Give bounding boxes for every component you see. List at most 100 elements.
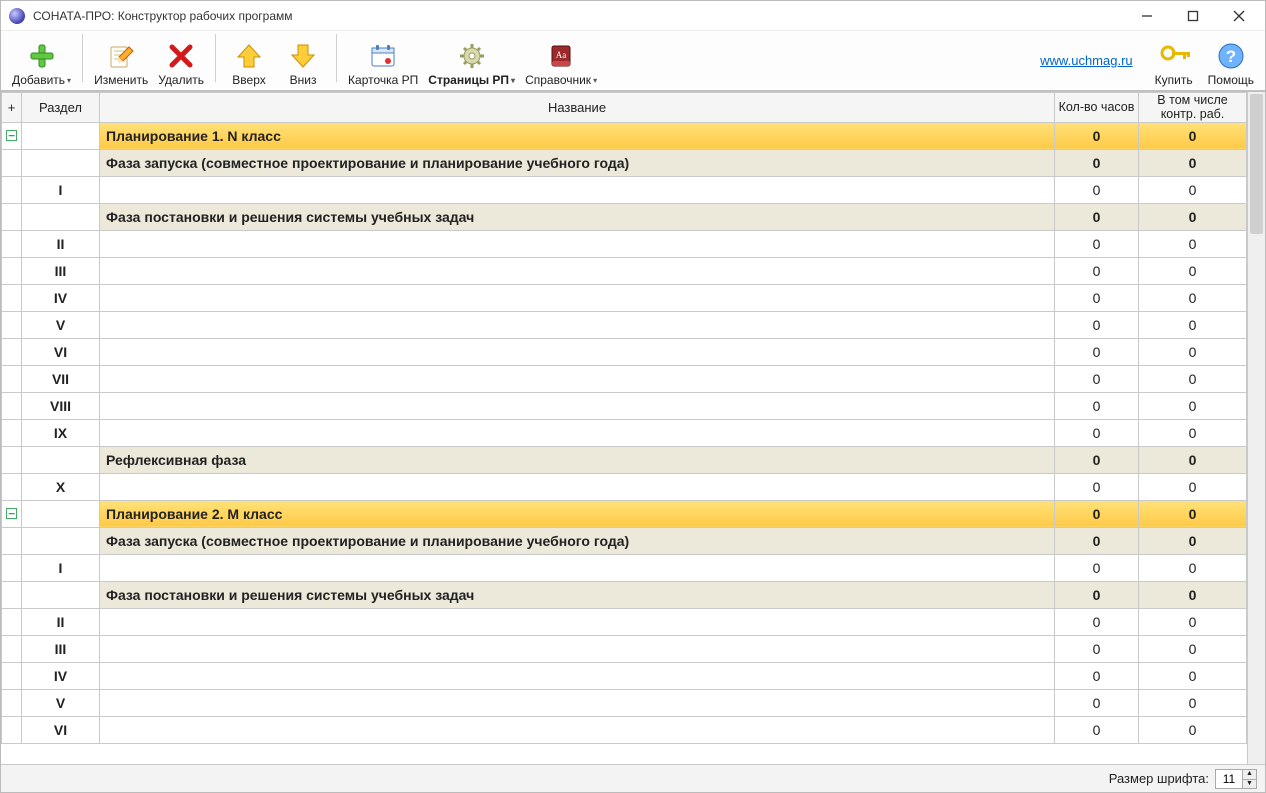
table-row[interactable]: Фаза запуска (совместное проектирование … [2,149,1247,176]
ctrl-cell[interactable]: 0 [1139,365,1247,392]
ctrl-cell[interactable]: 0 [1139,311,1247,338]
name-cell[interactable] [100,473,1055,500]
table-row[interactable]: IX00 [2,419,1247,446]
hours-cell[interactable]: 0 [1055,662,1139,689]
buy-button[interactable]: Купить [1147,32,1201,88]
table-row[interactable]: X00 [2,473,1247,500]
name-cell[interactable] [100,176,1055,203]
table-row[interactable]: II00 [2,230,1247,257]
font-size-input[interactable] [1216,772,1242,786]
minimize-button[interactable] [1133,5,1161,27]
table-row[interactable]: III00 [2,257,1247,284]
table-row[interactable]: I00 [2,554,1247,581]
add-button[interactable]: Добавить▾ [7,32,76,88]
name-cell[interactable] [100,257,1055,284]
col-expand-header[interactable]: + [2,93,22,123]
ctrl-cell[interactable]: 0 [1139,554,1247,581]
ctrl-cell[interactable]: 0 [1139,716,1247,743]
table-row[interactable]: VII00 [2,365,1247,392]
ctrl-cell[interactable]: 0 [1139,122,1247,149]
hours-cell[interactable]: 0 [1055,554,1139,581]
hours-cell[interactable]: 0 [1055,176,1139,203]
hours-cell[interactable]: 0 [1055,311,1139,338]
close-button[interactable] [1225,5,1253,27]
pages-button[interactable]: Страницы РП▾ [423,32,520,88]
name-cell[interactable]: Фаза запуска (совместное проектирование … [100,149,1055,176]
ctrl-cell[interactable]: 0 [1139,203,1247,230]
hours-cell[interactable]: 0 [1055,392,1139,419]
hours-cell[interactable]: 0 [1055,527,1139,554]
ctrl-cell[interactable]: 0 [1139,176,1247,203]
hours-cell[interactable]: 0 [1055,149,1139,176]
scrollbar-thumb[interactable] [1250,94,1263,234]
table-row[interactable]: IV00 [2,662,1247,689]
hours-cell[interactable]: 0 [1055,284,1139,311]
col-section-header[interactable]: Раздел [22,93,100,123]
table-row[interactable]: Рефлексивная фаза00 [2,446,1247,473]
hours-cell[interactable]: 0 [1055,203,1139,230]
maximize-button[interactable] [1179,5,1207,27]
ctrl-cell[interactable]: 0 [1139,446,1247,473]
table-row[interactable]: V00 [2,311,1247,338]
move-up-button[interactable]: Вверх [222,32,276,88]
name-cell[interactable] [100,554,1055,581]
name-cell[interactable] [100,608,1055,635]
expand-cell[interactable]: − [2,122,22,149]
ctrl-cell[interactable]: 0 [1139,473,1247,500]
table-row[interactable]: Фаза запуска (совместное проектирование … [2,527,1247,554]
col-ctrl-header[interactable]: В том числе контр. раб. [1139,93,1247,123]
hours-cell[interactable]: 0 [1055,419,1139,446]
name-cell[interactable] [100,419,1055,446]
name-cell[interactable]: Фаза постановки и решения системы учебны… [100,203,1055,230]
help-button[interactable]: ? Помощь [1203,32,1259,88]
hours-cell[interactable]: 0 [1055,230,1139,257]
ctrl-cell[interactable]: 0 [1139,392,1247,419]
delete-button[interactable]: Удалить [153,32,209,88]
move-down-button[interactable]: Вниз [276,32,330,88]
table-row[interactable]: III00 [2,635,1247,662]
expand-cell[interactable]: − [2,500,22,527]
name-cell[interactable]: Рефлексивная фаза [100,446,1055,473]
collapse-icon[interactable]: − [6,508,17,519]
hours-cell[interactable]: 0 [1055,608,1139,635]
vertical-scrollbar[interactable] [1247,92,1265,764]
ctrl-cell[interactable]: 0 [1139,149,1247,176]
name-cell[interactable] [100,284,1055,311]
hours-cell[interactable]: 0 [1055,635,1139,662]
external-link[interactable]: www.uchmag.ru [1040,53,1132,68]
ctrl-cell[interactable]: 0 [1139,230,1247,257]
name-cell[interactable] [100,311,1055,338]
collapse-icon[interactable]: − [6,130,17,141]
hours-cell[interactable]: 0 [1055,581,1139,608]
ctrl-cell[interactable]: 0 [1139,419,1247,446]
table-row[interactable]: II00 [2,608,1247,635]
table-row[interactable]: −Планирование 1. N класс00 [2,122,1247,149]
name-cell[interactable] [100,689,1055,716]
ctrl-cell[interactable]: 0 [1139,608,1247,635]
hours-cell[interactable]: 0 [1055,689,1139,716]
name-cell[interactable] [100,716,1055,743]
hours-cell[interactable]: 0 [1055,122,1139,149]
hours-cell[interactable]: 0 [1055,257,1139,284]
table-row[interactable]: Фаза постановки и решения системы учебны… [2,203,1247,230]
hours-cell[interactable]: 0 [1055,473,1139,500]
name-cell[interactable] [100,392,1055,419]
table-row[interactable]: −Планирование 2. M класс00 [2,500,1247,527]
ctrl-cell[interactable]: 0 [1139,257,1247,284]
edit-button[interactable]: Изменить [89,32,153,88]
col-name-header[interactable]: Название [100,93,1055,123]
table-row[interactable]: V00 [2,689,1247,716]
hours-cell[interactable]: 0 [1055,338,1139,365]
name-cell[interactable]: Фаза запуска (совместное проектирование … [100,527,1055,554]
card-button[interactable]: Карточка РП [343,32,423,88]
planning-table[interactable]: + Раздел Название Кол-во часов В том чис… [1,92,1247,744]
table-row[interactable]: VI00 [2,338,1247,365]
spin-down-icon[interactable]: ▼ [1242,779,1256,788]
hours-cell[interactable]: 0 [1055,365,1139,392]
ctrl-cell[interactable]: 0 [1139,635,1247,662]
name-cell[interactable]: Планирование 2. M класс [100,500,1055,527]
name-cell[interactable] [100,365,1055,392]
hours-cell[interactable]: 0 [1055,446,1139,473]
table-row[interactable]: VI00 [2,716,1247,743]
table-row[interactable]: I00 [2,176,1247,203]
